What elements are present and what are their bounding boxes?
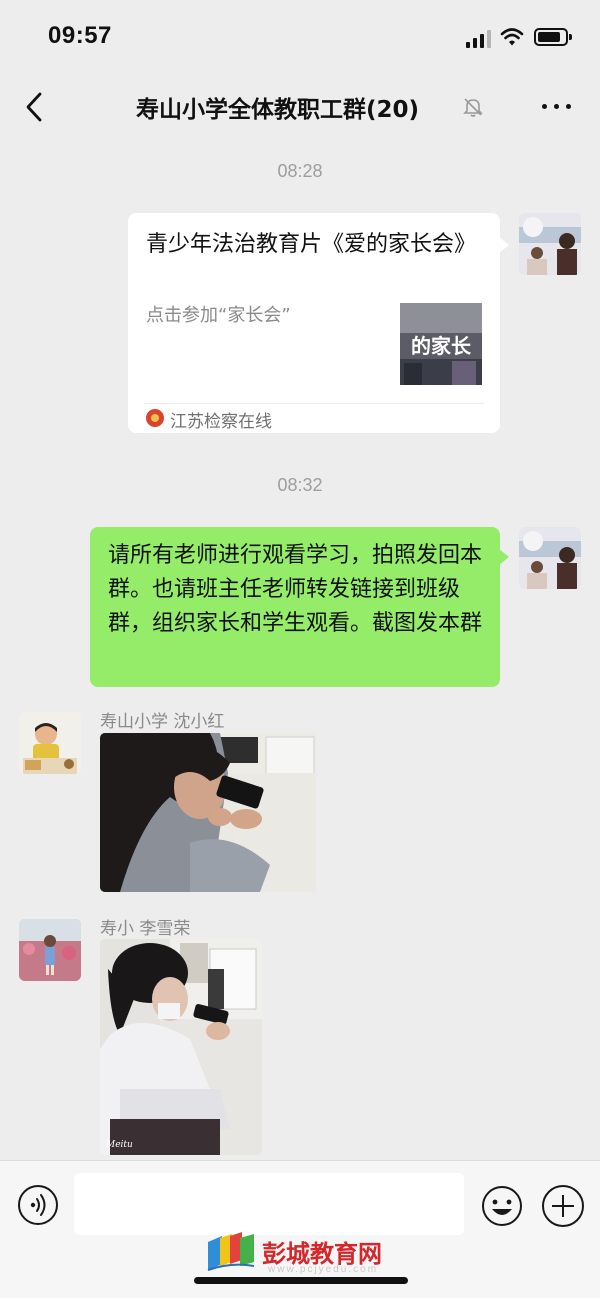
image-message[interactable]: Meitu (100, 939, 262, 1155)
my-text-message[interactable]: 请所有老师进行观看学习，拍照发回本群。也请班主任老师转发链接到班级群，组织家长和… (90, 527, 509, 687)
my-avatar[interactable] (519, 527, 581, 589)
message-text: 请所有老师进行观看学习，拍照发回本群。也请班主任老师转发链接到班级群，组织家长和… (108, 543, 483, 636)
emoji-icon (482, 1186, 522, 1226)
link-thumbnail: 的家长 (400, 303, 482, 385)
status-time: 09:57 (48, 22, 112, 49)
sender-name: 寿小 李雪荣 (100, 919, 191, 939)
more-button[interactable] (540, 94, 574, 118)
my-avatar[interactable] (519, 213, 581, 275)
voice-button[interactable] (18, 1185, 58, 1225)
image-message[interactable] (100, 733, 316, 892)
sender-name: 寿山小学 沈小红 (100, 712, 225, 732)
book-logo-icon (206, 1232, 256, 1272)
chat-header: 寿山小学全体教职工群(20) (0, 76, 600, 138)
prosecutor-emblem-icon (146, 409, 164, 427)
battery-icon (534, 28, 572, 46)
timestamp: 08:32 (277, 475, 323, 495)
divider (144, 403, 484, 404)
timestamp: 08:28 (277, 161, 323, 181)
link-description: 点击参加“家长会” (146, 305, 291, 326)
member-avatar[interactable] (19, 919, 81, 981)
watermark-url: www.pcjyedu.com (268, 1264, 379, 1275)
plus-button[interactable] (542, 1185, 584, 1227)
link-card-message[interactable]: 青少年法治教育片《爱的家长会》 点击参加“家长会” 的家长 江苏检察在线 (128, 213, 509, 433)
back-button[interactable] (20, 90, 50, 124)
emoji-button[interactable] (481, 1185, 523, 1227)
photo-watermark: Meitu (105, 1140, 133, 1150)
voice-icon (30, 1194, 46, 1216)
home-indicator[interactable] (194, 1277, 408, 1284)
chat-title: 寿山小学全体教职工群(20) (136, 97, 420, 123)
back-icon (26, 92, 42, 122)
link-source: 江苏检察在线 (170, 412, 272, 432)
signal-icon (466, 30, 492, 48)
message-input[interactable] (74, 1173, 464, 1235)
wifi-icon (500, 26, 524, 48)
link-title: 青少年法治教育片《爱的家长会》 (146, 232, 477, 257)
status-bar: 09:57 (0, 0, 600, 76)
thumbnail-text: 的家长 (411, 334, 472, 358)
mute-bell-icon (462, 96, 484, 118)
member-avatar[interactable] (19, 712, 81, 774)
